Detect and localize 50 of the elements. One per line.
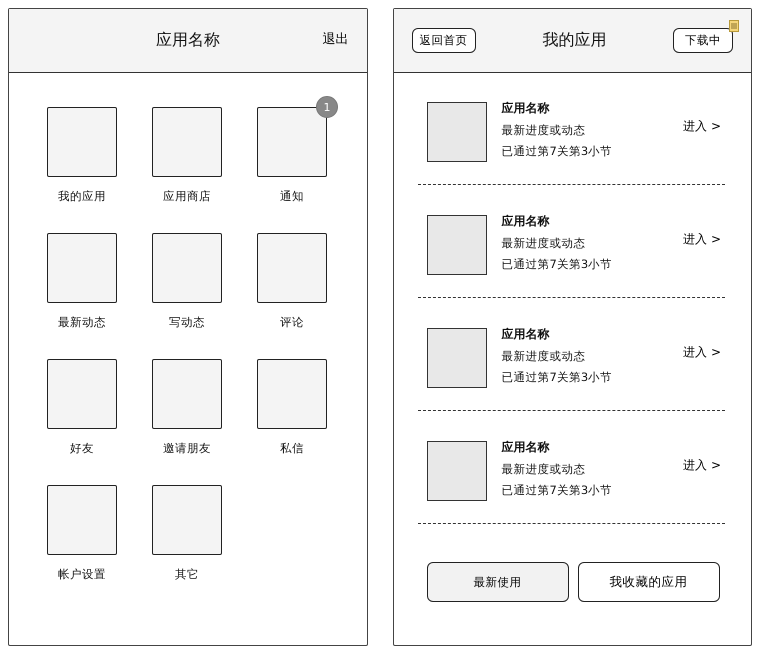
screen-title: 我的应用	[542, 30, 606, 51]
app-title: 应用名称	[156, 30, 220, 51]
app-detail: 已通过第7关第3小节	[502, 370, 614, 385]
tab[interactable]: 最新使用	[426, 562, 568, 602]
app-status: 最新进度或动态	[502, 236, 586, 251]
tile-label: 我的应用	[58, 189, 106, 204]
enter-link[interactable]: 进入 >	[683, 231, 721, 248]
app-name: 应用名称	[502, 326, 550, 343]
app-thumbnail	[426, 102, 486, 162]
enter-link[interactable]: 进入 >	[683, 344, 721, 361]
logout-link[interactable]: 退出	[322, 30, 348, 48]
app-status: 最新进度或动态	[502, 462, 586, 477]
app-tile[interactable]	[47, 359, 117, 429]
enter-link[interactable]: 进入 >	[683, 118, 721, 135]
app-tile[interactable]	[152, 359, 222, 429]
app-name: 应用名称	[502, 100, 550, 117]
app-status: 最新进度或动态	[502, 349, 586, 364]
app-detail: 已通过第7关第3小节	[502, 483, 614, 498]
tile-label: 评论	[280, 315, 304, 330]
app-tile[interactable]	[257, 233, 327, 303]
tile-label: 帐户设置	[58, 567, 106, 582]
tile-label: 好友	[70, 441, 94, 456]
tab[interactable]: 我收藏的应用	[578, 562, 720, 602]
app-tile[interactable]	[47, 107, 117, 177]
downloading-button[interactable]: 下载中	[673, 28, 733, 53]
tile-label: 私信	[280, 441, 304, 456]
app-thumbnail	[426, 215, 486, 275]
tile-label: 最新动态	[58, 315, 106, 330]
app-thumbnail	[426, 328, 486, 388]
app-status: 最新进度或动态	[502, 123, 586, 138]
note-icon	[729, 20, 739, 32]
app-tile[interactable]	[152, 107, 222, 177]
tile-label: 应用商店	[163, 189, 211, 204]
app-tile[interactable]	[257, 359, 327, 429]
tile-label: 邀请朋友	[163, 441, 211, 456]
tile-label: 其它	[175, 567, 199, 582]
app-tile[interactable]	[152, 485, 222, 555]
back-button[interactable]: 返回首页	[412, 28, 476, 53]
app-thumbnail	[426, 441, 486, 501]
tile-label: 写动态	[169, 315, 205, 330]
app-tile[interactable]	[47, 233, 117, 303]
app-name: 应用名称	[502, 439, 550, 456]
tile-label: 通知	[280, 189, 304, 204]
app-detail: 已通过第7关第3小节	[502, 144, 614, 159]
app-tile[interactable]	[47, 485, 117, 555]
app-detail: 已通过第7关第3小节	[502, 257, 614, 272]
enter-link[interactable]: 进入 >	[683, 457, 721, 474]
notification-badge: 1	[316, 96, 338, 118]
app-tile[interactable]	[152, 233, 222, 303]
app-name: 应用名称	[502, 213, 550, 230]
